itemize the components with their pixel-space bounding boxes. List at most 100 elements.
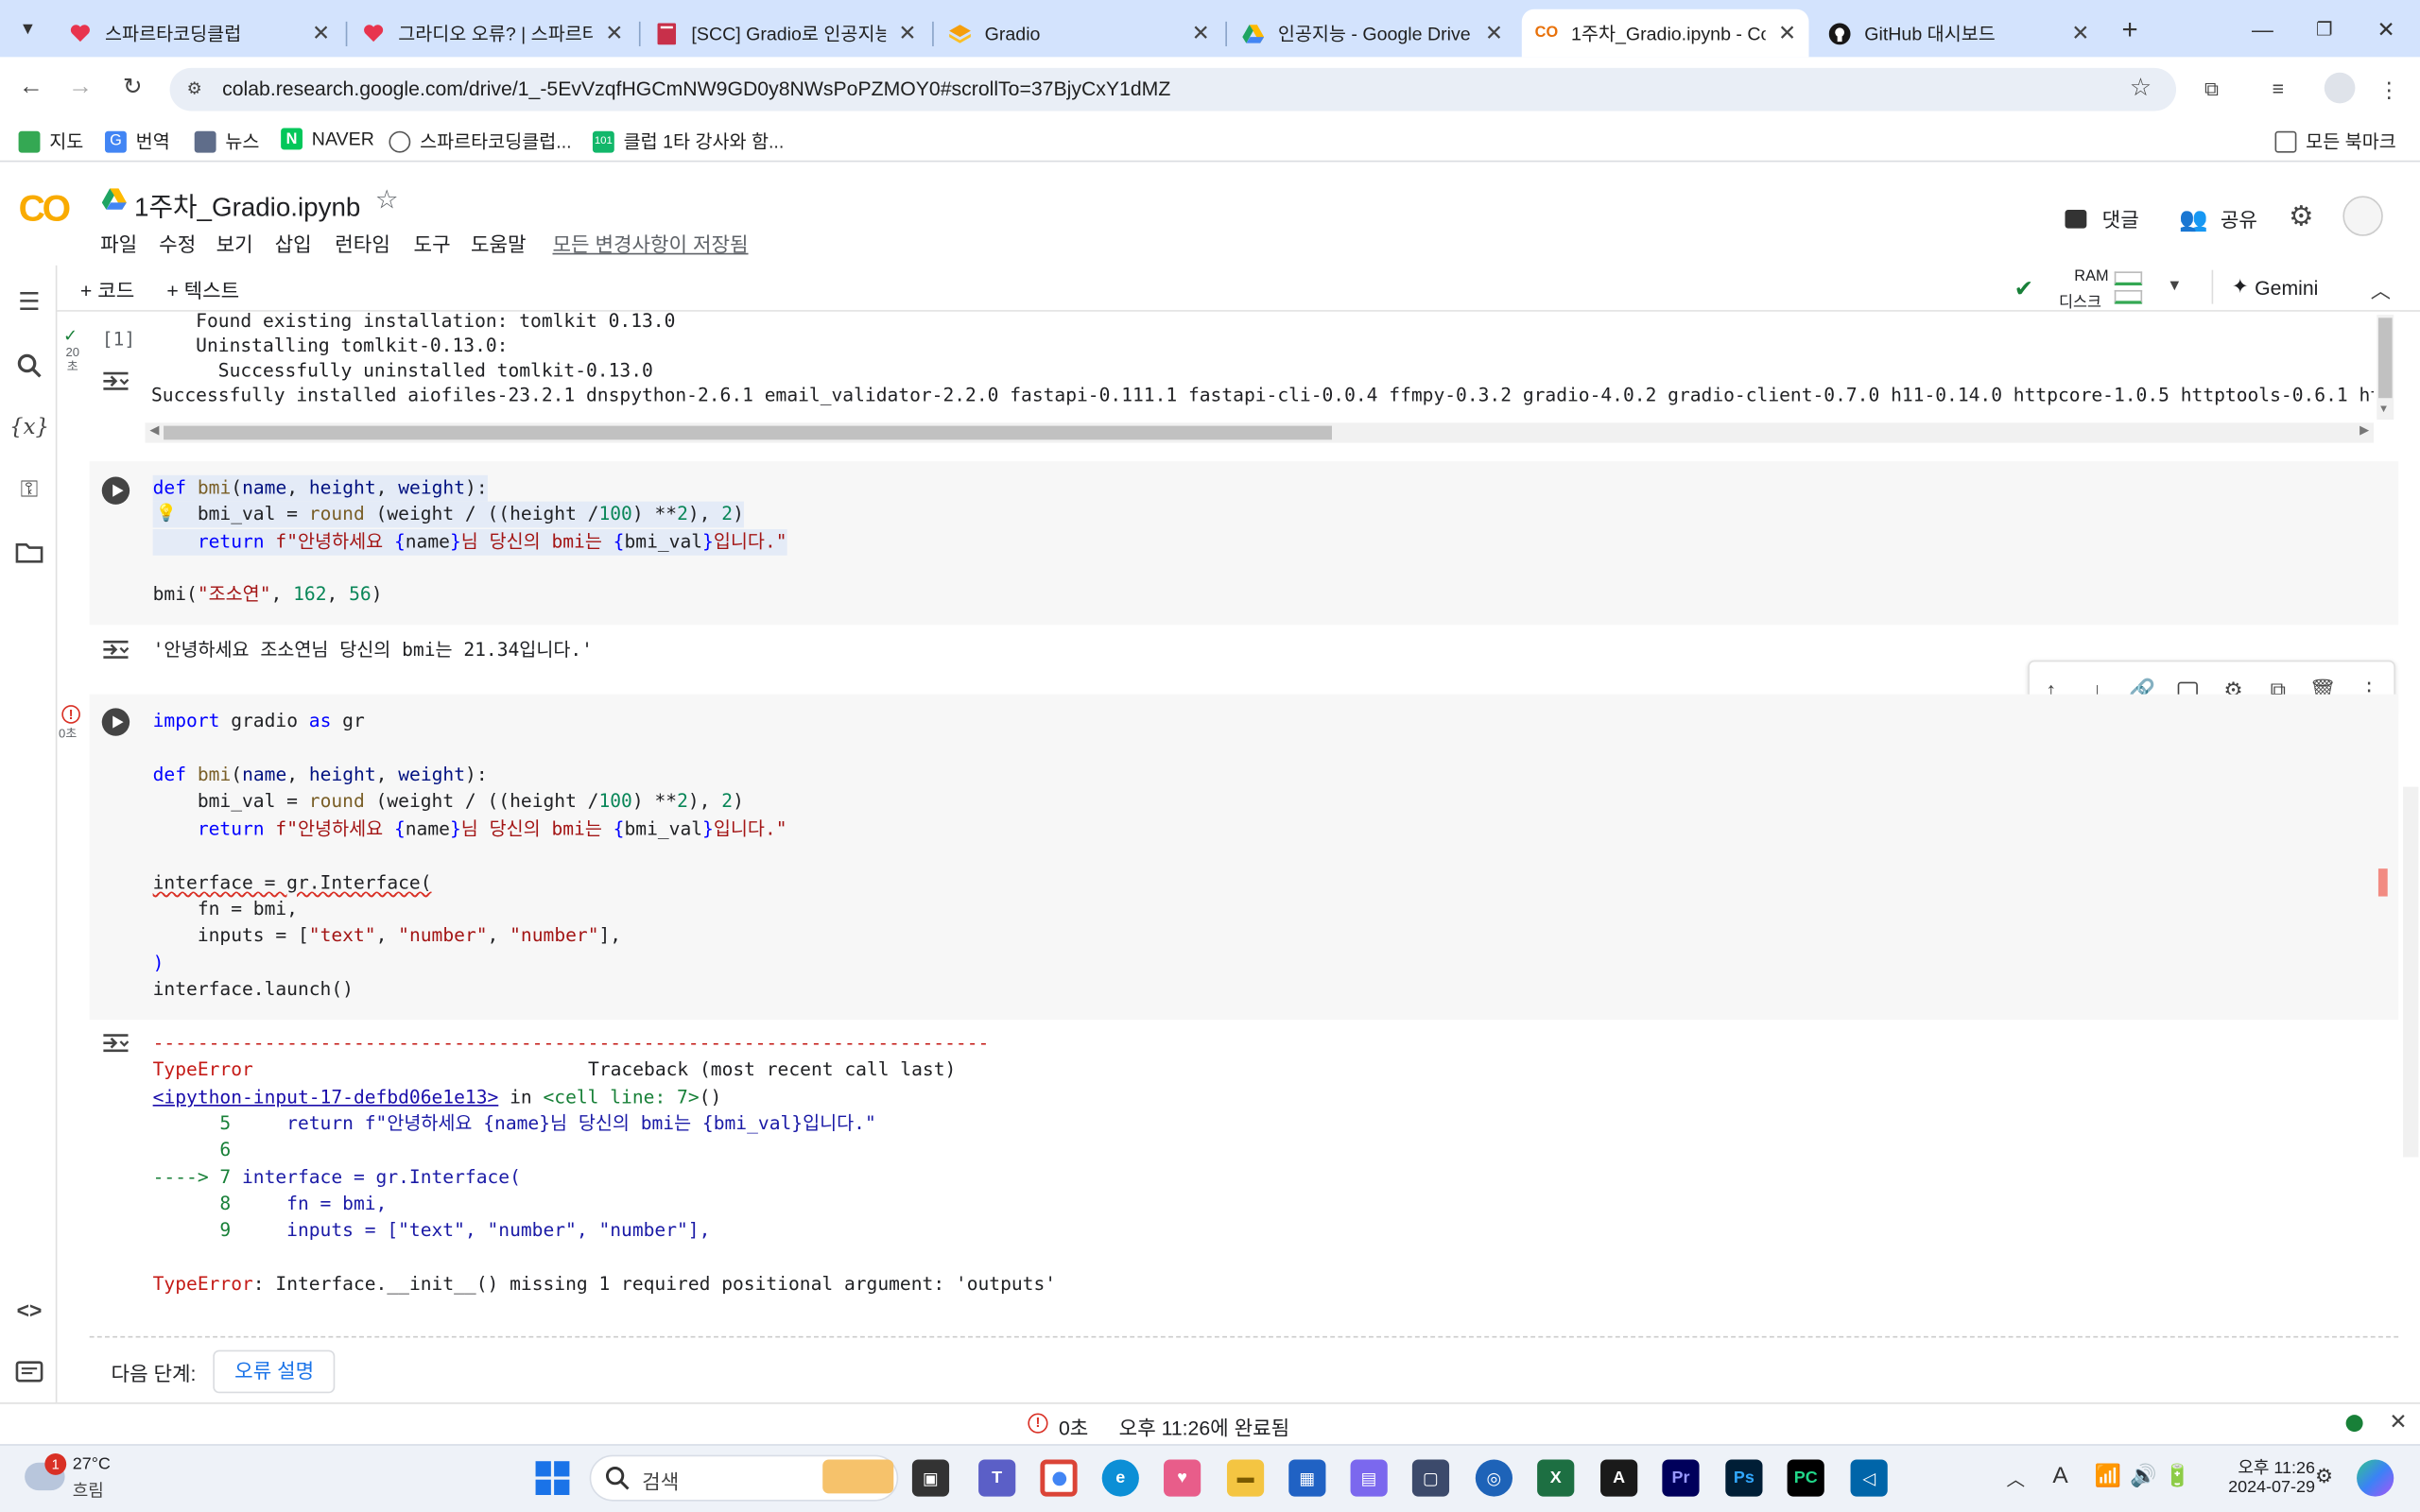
excel-icon[interactable]: X xyxy=(1537,1459,1575,1497)
forward-icon[interactable]: → xyxy=(65,73,96,104)
minimize-icon[interactable]: — xyxy=(2247,14,2278,45)
bookmark-class101[interactable]: 101 클럽 1타 강사와 함... xyxy=(592,129,784,155)
notebook-scrollbar[interactable] xyxy=(2403,786,2419,1158)
tab-google-drive[interactable]: 인공지능 - Google Drive ✕ xyxy=(1229,9,1516,58)
file-explorer-icon[interactable]: ▬ xyxy=(1226,1459,1265,1497)
extensions-icon[interactable]: ⧉ xyxy=(2196,74,2227,105)
restore-icon[interactable]: ❐ xyxy=(2308,14,2340,45)
close-icon[interactable]: ✕ xyxy=(1775,20,1800,46)
notifications-icon[interactable]: ⚙ xyxy=(2315,1464,2333,1488)
terminal-icon[interactable] xyxy=(10,1353,47,1390)
tab-sparta-home[interactable]: 스파르타코딩클럽 ✕ xyxy=(56,9,343,58)
reload-icon[interactable]: ↻ xyxy=(117,73,148,104)
bookmark-news[interactable]: 뉴스 xyxy=(194,129,259,155)
bookmark-map[interactable]: 지도 xyxy=(18,129,84,155)
acrobat-icon[interactable]: A xyxy=(1600,1459,1638,1497)
lightbulb-icon[interactable]: 💡 xyxy=(156,503,177,524)
add-code-button[interactable]: + 코드 xyxy=(80,275,134,304)
premiere-icon[interactable]: Pr xyxy=(1662,1459,1700,1497)
clock-time[interactable]: 오후 11:26 xyxy=(2207,1455,2315,1480)
close-icon[interactable]: ✕ xyxy=(309,20,334,46)
notebook-title[interactable]: 1주차_Gradio.ipynb xyxy=(134,185,360,224)
user-avatar[interactable] xyxy=(2342,196,2383,236)
app-icon[interactable]: ♥ xyxy=(1164,1459,1201,1497)
chrome-icon[interactable] xyxy=(1040,1459,1078,1497)
bookmark-sparta[interactable]: 스파르타코딩클럽... xyxy=(389,129,572,155)
save-status[interactable]: 모든 변경사항이 저장됨 xyxy=(552,229,748,258)
run-cell-button[interactable] xyxy=(101,476,130,505)
tab-colab-notebook[interactable]: CO 1주차_Gradio.ipynb - Col ✕ xyxy=(1521,9,1809,58)
collapse-header-icon[interactable]: ︿ xyxy=(2371,275,2391,304)
menu-file[interactable]: 파일 xyxy=(100,229,137,258)
close-icon[interactable]: ✕ xyxy=(2068,20,2093,46)
star-icon[interactable]: ☆ xyxy=(375,185,399,216)
run-cell-button[interactable] xyxy=(101,708,130,736)
search-icon[interactable] xyxy=(10,347,47,384)
close-status-icon[interactable]: ✕ xyxy=(2389,1409,2407,1435)
menu-runtime[interactable]: 런타임 xyxy=(335,229,390,258)
vscode-icon[interactable]: ◁ xyxy=(1850,1459,1888,1497)
app-icon[interactable]: ▤ xyxy=(1350,1459,1388,1497)
code-snippets-icon[interactable]: <> xyxy=(10,1292,47,1329)
settings-gear-icon[interactable]: ⚙ xyxy=(2286,200,2317,232)
output-horizontal-scrollbar[interactable]: ◀ ▶ xyxy=(145,422,2375,443)
battery-icon[interactable]: 🔋 xyxy=(2164,1463,2190,1489)
task-view-icon[interactable]: ▣ xyxy=(911,1459,950,1497)
variables-icon[interactable]: {x} xyxy=(9,409,49,446)
windows-start-icon[interactable] xyxy=(535,1461,570,1496)
store-icon[interactable]: ▦ xyxy=(1288,1459,1326,1497)
site-info-icon[interactable]: ⚙ xyxy=(182,77,207,102)
copilot-icon[interactable] xyxy=(2357,1459,2394,1497)
volume-icon[interactable]: 🔊 xyxy=(2130,1463,2156,1489)
bookmark-star-icon[interactable]: ☆ xyxy=(2125,74,2156,105)
tab-gradio[interactable]: Gradio ✕ xyxy=(935,9,1222,58)
edge-icon[interactable]: e xyxy=(1101,1459,1139,1497)
tab-scc-gradio[interactable]: [SCC] Gradio로 인공지능 ✕ xyxy=(642,9,929,58)
cell-2-editor[interactable]: def bmi(name, height, weight): bmi_val =… xyxy=(145,461,2398,625)
explain-error-button[interactable]: 오류 설명 xyxy=(213,1349,337,1394)
profile-avatar[interactable] xyxy=(2324,72,2356,104)
tray-chevron-icon[interactable]: ︿ xyxy=(2006,1466,2025,1492)
cell-3-editor[interactable]: import gradio as gr def bmi(name, height… xyxy=(145,695,2398,1020)
bookmark-naver[interactable]: N NAVER xyxy=(281,128,374,150)
output-toggle-icon[interactable] xyxy=(100,1031,131,1056)
bookmark-translate[interactable]: G 번역 xyxy=(105,129,170,155)
close-icon[interactable]: ✕ xyxy=(1481,20,1506,46)
new-tab-icon[interactable]: + xyxy=(2115,14,2146,45)
runtime-dropdown-icon[interactable]: ▼ xyxy=(2167,278,2182,295)
teams-icon[interactable]: T xyxy=(978,1459,1016,1497)
close-icon[interactable]: ✕ xyxy=(895,20,920,46)
tab-github-dashboard[interactable]: GitHub 대시보드 ✕ xyxy=(1815,9,2102,58)
window-close-icon[interactable]: ✕ xyxy=(2371,14,2402,45)
menu-insert[interactable]: 삽입 xyxy=(275,229,312,258)
back-icon[interactable]: ← xyxy=(15,73,46,104)
resource-monitor[interactable]: RAM 디스크 xyxy=(2059,266,2144,312)
ime-icon[interactable]: A xyxy=(2052,1463,2067,1489)
close-icon[interactable]: ✕ xyxy=(1188,20,1213,46)
share-button[interactable]: 👥 공유 xyxy=(2179,204,2257,233)
drive-icon[interactable] xyxy=(101,188,127,210)
ipython-input-link[interactable]: <ipython-input-17-defbd06e1e13> xyxy=(153,1086,499,1108)
colab-logo[interactable]: CO xyxy=(19,188,72,232)
menu-tools[interactable]: 도구 xyxy=(414,229,451,258)
folder-icon[interactable] xyxy=(10,534,47,571)
url-text[interactable]: colab.research.google.com/drive/1_-5EvVz… xyxy=(222,77,1170,100)
menu-help[interactable]: 도움말 xyxy=(471,229,527,258)
media-control-icon[interactable]: ≡ xyxy=(2262,74,2293,105)
add-text-button[interactable]: + 텍스트 xyxy=(166,275,239,304)
weather-temp[interactable]: 27°C xyxy=(73,1455,111,1474)
output-vertical-scrollbar[interactable]: ▼ xyxy=(2377,315,2394,421)
gemini-button[interactable]: ✦ Gemini xyxy=(2232,275,2319,300)
close-icon[interactable]: ✕ xyxy=(602,20,627,46)
output-toggle-icon[interactable] xyxy=(100,369,131,393)
tab-search-dropdown-icon[interactable]: ▼ xyxy=(9,14,46,45)
pycharm-icon[interactable]: PC xyxy=(1787,1459,1824,1497)
menu-view[interactable]: 보기 xyxy=(216,229,253,258)
more-menu-icon[interactable]: ⋮ xyxy=(2377,74,2401,105)
menu-edit[interactable]: 수정 xyxy=(159,229,196,258)
obs-icon[interactable]: ◎ xyxy=(1475,1459,1512,1497)
photoshop-icon[interactable]: Ps xyxy=(1725,1459,1763,1497)
tab-gradio-error[interactable]: 그라디오 오류? | 스파르타 ✕ xyxy=(349,9,636,58)
app-icon[interactable]: ▢ xyxy=(1411,1459,1450,1497)
all-bookmarks[interactable]: 모든 북마크 xyxy=(2274,129,2396,155)
